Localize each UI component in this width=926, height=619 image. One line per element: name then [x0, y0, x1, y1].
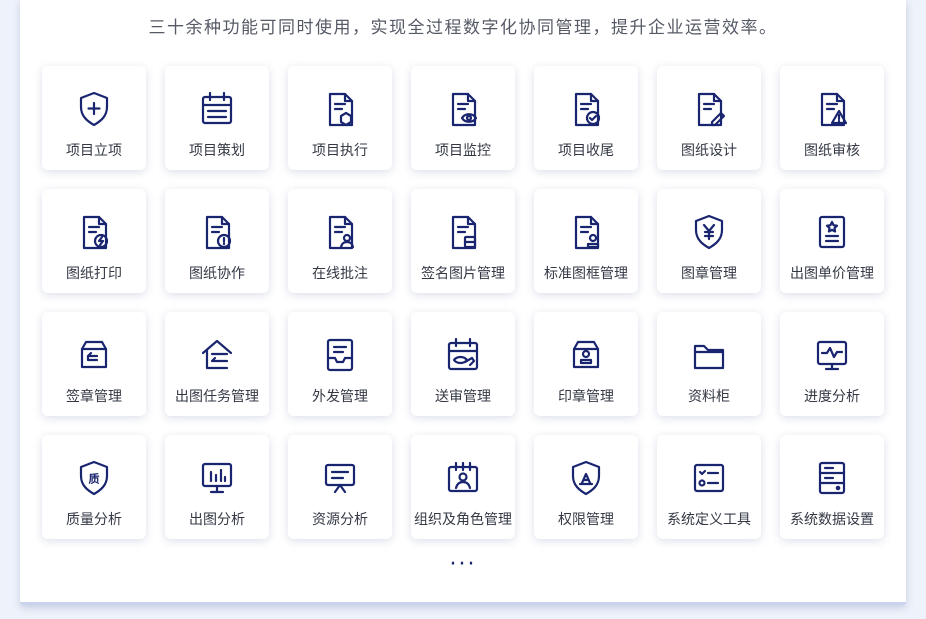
- feature-card[interactable]: 图纸打印: [42, 189, 146, 293]
- shield-quality-icon: 质: [73, 457, 115, 499]
- feature-label: 外发管理: [312, 389, 368, 405]
- feature-label: 图纸设计: [681, 143, 737, 159]
- feature-card[interactable]: 系统定义工具: [657, 435, 761, 539]
- feature-card[interactable]: 标准图框管理: [534, 189, 638, 293]
- calendar-eye-icon: [442, 334, 484, 376]
- feature-label: 出图单价管理: [790, 266, 874, 282]
- feature-card[interactable]: 系统数据设置: [780, 435, 884, 539]
- box-arrow-icon: [73, 334, 115, 376]
- feature-card[interactable]: 签名图片管理: [411, 189, 515, 293]
- feature-card[interactable]: 出图任务管理: [165, 312, 269, 416]
- document-stamp-icon: [565, 211, 607, 253]
- feature-card[interactable]: 签章管理: [42, 312, 146, 416]
- feature-label: 项目执行: [312, 143, 368, 159]
- feature-card[interactable]: 质质量分析: [42, 435, 146, 539]
- feature-label: 签名图片管理: [421, 266, 505, 282]
- feature-card[interactable]: 项目立项: [42, 66, 146, 170]
- feature-label: 送审管理: [435, 389, 491, 405]
- feature-card[interactable]: 项目收尾: [534, 66, 638, 170]
- feature-label: 图纸审核: [804, 143, 860, 159]
- feature-card[interactable]: 资源分析: [288, 435, 392, 539]
- feature-label: 出图分析: [189, 512, 245, 528]
- document-warning-icon: [811, 88, 853, 130]
- more-indicator[interactable]: ···: [0, 554, 926, 576]
- document-user-icon: [319, 211, 361, 253]
- feature-label: 项目立项: [66, 143, 122, 159]
- feature-label: 图纸协作: [189, 266, 245, 282]
- feature-card[interactable]: 图纸协作: [165, 189, 269, 293]
- feature-label: 出图任务管理: [175, 389, 259, 405]
- document-box-icon: [442, 211, 484, 253]
- feature-label: 在线批注: [312, 266, 368, 282]
- feature-label: 项目策划: [189, 143, 245, 159]
- svg-text:质: 质: [89, 472, 100, 486]
- feature-card[interactable]: 外发管理: [288, 312, 392, 416]
- feature-label: 资料柜: [688, 389, 730, 405]
- house-arrow-icon: [196, 334, 238, 376]
- feature-label: 进度分析: [804, 389, 860, 405]
- shield-lock-icon: [565, 457, 607, 499]
- folder-icon: [688, 334, 730, 376]
- feature-card[interactable]: 项目监控: [411, 66, 515, 170]
- document-lightning-icon: [73, 211, 115, 253]
- feature-label: 签章管理: [66, 389, 122, 405]
- document-check-icon: [565, 88, 607, 130]
- feature-card[interactable]: 送审管理: [411, 312, 515, 416]
- feature-card[interactable]: 组织及角色管理: [411, 435, 515, 539]
- calendar-lines-icon: [196, 88, 238, 130]
- feature-card[interactable]: 资料柜: [657, 312, 761, 416]
- feature-label: 图章管理: [681, 266, 737, 282]
- feature-label: 质量分析: [66, 512, 122, 528]
- feature-card[interactable]: 印章管理: [534, 312, 638, 416]
- document-hexagon-icon: [319, 88, 361, 130]
- shield-yen-icon: [688, 211, 730, 253]
- checklist-icon: [688, 457, 730, 499]
- feature-label: 系统数据设置: [790, 512, 874, 528]
- badge-star-icon: [811, 211, 853, 253]
- feature-card[interactable]: 进度分析: [780, 312, 884, 416]
- feature-card[interactable]: 出图分析: [165, 435, 269, 539]
- monitor-pulse-icon: [811, 334, 853, 376]
- presentation-board-icon: [319, 457, 361, 499]
- feature-label: 组织及角色管理: [414, 512, 512, 528]
- box-stamp-icon: [565, 334, 607, 376]
- feature-label: 图纸打印: [66, 266, 122, 282]
- feature-card[interactable]: 图纸设计: [657, 66, 761, 170]
- feature-label: 标准图框管理: [544, 266, 628, 282]
- shield-plus-icon: [73, 88, 115, 130]
- server-icon: [811, 457, 853, 499]
- document-exclamation-icon: [196, 211, 238, 253]
- document-eye-icon: [442, 88, 484, 130]
- feature-card[interactable]: 项目执行: [288, 66, 392, 170]
- document-pencil-icon: [688, 88, 730, 130]
- feature-card[interactable]: 出图单价管理: [780, 189, 884, 293]
- feature-card[interactable]: 图章管理: [657, 189, 761, 293]
- tray-document-icon: [319, 334, 361, 376]
- feature-grid: 项目立项 项目策划 项目执行 项目监控 项目收尾 图纸设计 图纸审核图纸打印 图纸协作 在线批注…: [42, 66, 884, 539]
- feature-label: 项目收尾: [558, 143, 614, 159]
- feature-label: 系统定义工具: [667, 512, 751, 528]
- feature-label: 资源分析: [312, 512, 368, 528]
- feature-card[interactable]: 图纸审核: [780, 66, 884, 170]
- feature-card[interactable]: 在线批注: [288, 189, 392, 293]
- calendar-user-icon: [442, 457, 484, 499]
- feature-label: 项目监控: [435, 143, 491, 159]
- monitor-bar-chart-icon: [196, 457, 238, 499]
- feature-card[interactable]: 项目策划: [165, 66, 269, 170]
- section-subtitle: 三十余种功能可同时使用，实现全过程数字化协同管理，提升企业运营效率。: [148, 18, 778, 38]
- feature-label: 权限管理: [558, 512, 614, 528]
- feature-label: 印章管理: [558, 389, 614, 405]
- feature-card[interactable]: 权限管理: [534, 435, 638, 539]
